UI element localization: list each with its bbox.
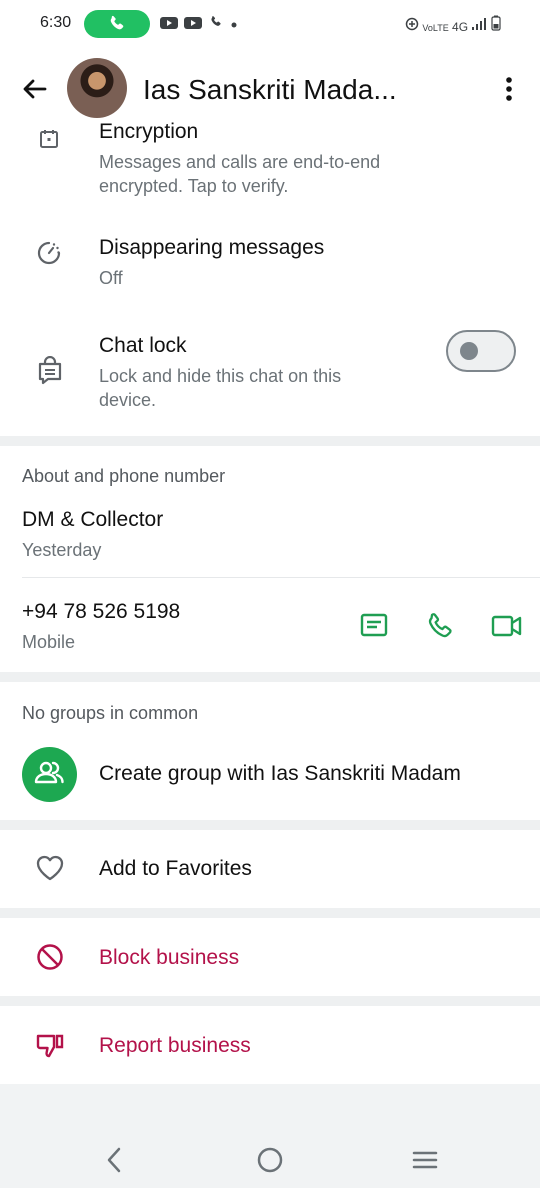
missed-call-icon (211, 16, 221, 26)
disappearing-messages-row[interactable]: Disappearing messages Off (0, 228, 540, 296)
dot-icon (231, 22, 237, 28)
arrow-left-icon (23, 79, 47, 99)
encryption-row[interactable]: Encryption Messages and calls are end-to… (0, 120, 540, 208)
more-vert-icon (506, 77, 512, 101)
report-label: Report business (99, 1034, 251, 1057)
disappearing-title: Disappearing messages (99, 236, 325, 259)
more-options-button[interactable] (496, 74, 522, 104)
encryption-title: Encryption (99, 120, 199, 143)
nav-menu-icon[interactable] (411, 1146, 439, 1174)
encryption-subtitle-2: encrypted. Tap to verify. (99, 176, 289, 196)
section-divider (0, 820, 540, 830)
block-label: Block business (99, 946, 240, 969)
back-button[interactable] (18, 72, 52, 106)
contact-name[interactable]: Ias Sanskriti Mada... (143, 74, 397, 106)
add-to-favorites-row[interactable]: Add to Favorites (0, 830, 540, 908)
chat-lock-subtitle-2: device. (99, 390, 157, 410)
video-call-button[interactable] (490, 610, 524, 642)
contact-avatar[interactable] (67, 58, 127, 118)
youtube-icon (160, 17, 178, 29)
chat-lock-toggle[interactable] (446, 330, 516, 372)
timer-icon (37, 241, 61, 265)
nav-home-icon[interactable] (256, 1146, 284, 1174)
encryption-subtitle-1: Messages and calls are end-to-end (99, 152, 381, 172)
about-section-title: About and phone number (22, 466, 226, 486)
create-group-button[interactable] (22, 747, 77, 802)
phone-call-icon (110, 15, 124, 30)
voice-call-button[interactable] (424, 610, 456, 642)
status-bar: 6:30 VoLTE 4G (0, 0, 540, 48)
about-date: Yesterday (22, 540, 102, 560)
lock-calendar-icon (40, 130, 58, 148)
chat-lock-title: Chat lock (99, 334, 187, 357)
create-group-label: Create group with Ias Sanskriti Madam (99, 762, 461, 785)
message-button[interactable] (358, 610, 390, 642)
report-business-row[interactable]: Report business (0, 1006, 540, 1084)
system-icons: VoLTE 4G (405, 15, 501, 34)
about-row[interactable]: DM & Collector Yesterday (0, 500, 540, 576)
block-business-row[interactable]: Block business (0, 918, 540, 996)
ongoing-call-pill[interactable] (84, 10, 150, 38)
message-icon (360, 613, 388, 637)
chat-lock-icon (38, 356, 62, 385)
data-saver-icon (405, 17, 419, 31)
favorites-label: Add to Favorites (99, 857, 252, 880)
groups-section-title: No groups in common (22, 703, 199, 723)
row-divider (22, 577, 540, 578)
notification-icons (160, 14, 238, 33)
thumbs-down-icon (36, 1034, 64, 1058)
phone-number: +94 78 526 5198 (22, 600, 181, 623)
video-icon (491, 615, 522, 637)
network-type: 4G (452, 20, 469, 34)
about-text: DM & Collector (22, 508, 164, 531)
section-divider (0, 672, 540, 682)
toggle-knob (460, 342, 478, 360)
signal-icon (472, 18, 487, 30)
nav-back-icon[interactable] (102, 1146, 126, 1174)
section-divider (0, 436, 540, 446)
system-nav-bar (0, 1084, 540, 1188)
heart-icon (36, 855, 64, 881)
battery-icon (491, 15, 501, 31)
phone-icon (428, 613, 452, 638)
phone-type: Mobile (22, 632, 76, 652)
create-group-row[interactable]: Create group with Ias Sanskriti Madam (0, 740, 540, 810)
disappearing-value: Off (99, 268, 123, 288)
chat-lock-subtitle-1: Lock and hide this chat on this (99, 366, 342, 386)
block-icon (37, 944, 63, 970)
volte-icon: VoLTE (422, 23, 449, 33)
section-divider (0, 908, 540, 918)
status-time: 6:30 (40, 14, 72, 31)
group-add-icon (34, 761, 64, 784)
youtube-icon (183, 17, 202, 29)
phone-row[interactable]: +94 78 526 5198 Mobile (0, 590, 340, 660)
section-divider (0, 996, 540, 1006)
